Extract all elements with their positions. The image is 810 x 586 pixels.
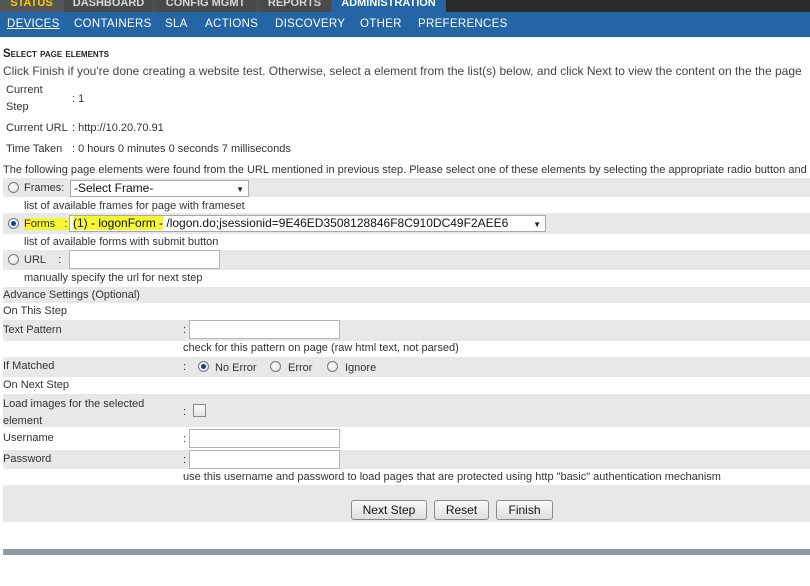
subnav-preferences[interactable]: PREFERENCES (418, 18, 508, 30)
next-step-button[interactable]: Next Step (351, 500, 427, 520)
forms-select[interactable]: (1) - logonForm - /logon.do;jsessionid=9… (69, 215, 546, 232)
chevron-down-icon: ▼ (533, 220, 541, 229)
tab-administration[interactable]: ADMINISTRATION (332, 0, 446, 12)
if-matched-colon: : (183, 361, 187, 373)
current-step-value: : 1 (72, 93, 85, 105)
on-this-step-heading: On This Step (3, 305, 67, 317)
subnav-discovery[interactable]: DISCOVERY (275, 18, 345, 30)
forms-hint: list of available forms with submit butt… (24, 236, 219, 248)
page-title: Select page elements (3, 48, 109, 60)
top-tab-bar: STATUS DASHBOARD CONFIG MGMT REPORTS ADM… (0, 0, 810, 12)
tab-dashboard[interactable]: DASHBOARD (64, 0, 154, 12)
tab-reports[interactable]: REPORTS (258, 0, 332, 12)
error-label: Error (288, 362, 313, 374)
password-label: Password (3, 453, 52, 465)
chevron-down-icon: ▼ (236, 185, 244, 194)
page-intro: Click Finish if you're done creating a w… (3, 64, 802, 78)
username-colon: : (183, 433, 187, 445)
text-pattern-label: Text Pattern (3, 324, 62, 336)
password-input[interactable] (189, 450, 340, 469)
footer-divider (3, 549, 810, 555)
load-images-label: Load images for the selected element (3, 396, 144, 430)
frames-radio[interactable] (8, 182, 19, 193)
url-input[interactable] (69, 250, 220, 269)
load-images-colon: : (183, 406, 187, 418)
auth-hint: use this username and password to load p… (183, 471, 721, 483)
on-next-step-heading: On Next Step (3, 379, 70, 391)
if-matched-label: If Matched (3, 360, 55, 372)
forms-select-highlight: (1) - logonForm - (73, 216, 164, 230)
finish-button[interactable]: Finish (496, 500, 553, 520)
load-images-checkbox[interactable] (193, 404, 206, 417)
username-input[interactable] (189, 429, 340, 448)
subnav-devices[interactable]: DEVICES (7, 18, 60, 30)
subnav-actions[interactable]: ACTIONS (205, 18, 258, 30)
advance-settings-heading: Advance Settings (Optional) (3, 289, 140, 301)
subnav-sla[interactable]: SLA (165, 18, 188, 30)
url-label: URL : (24, 254, 62, 266)
found-elements-text: The following page elements were found f… (3, 164, 810, 176)
current-url-value: : http://10.20.70.91 (72, 122, 164, 134)
frames-hint: list of available frames for page with f… (24, 200, 245, 212)
time-taken-value: : 0 hours 0 minutes 0 seconds 7 millisec… (72, 143, 291, 155)
forms-label: Forms : (24, 218, 72, 230)
url-hint: manually specify the url for next step (24, 272, 203, 284)
ignore-label: Ignore (345, 362, 377, 374)
current-step-label-line1: Current (6, 84, 43, 96)
text-pattern-hint: check for this pattern on page (raw html… (183, 342, 459, 354)
if-matched-row (3, 357, 810, 377)
text-pattern-colon: : (183, 324, 187, 336)
time-taken-label: Time Taken (6, 143, 63, 155)
current-step-label: Current Step (6, 82, 43, 116)
sub-navigation: DEVICES CONTAINERS SLA ACTIONS DISCOVERY… (0, 12, 810, 37)
current-url-label: Current URL (6, 122, 68, 134)
text-pattern-input[interactable] (189, 320, 340, 339)
tab-status[interactable]: STATUS (0, 0, 64, 12)
no-error-label: No Error (215, 362, 257, 374)
frames-select[interactable]: -Select Frame- ▼ (70, 180, 249, 197)
url-radio[interactable] (8, 254, 19, 265)
tab-config-mgmt[interactable]: CONFIG MGMT (154, 0, 258, 12)
password-row (3, 450, 810, 469)
no-error-radio[interactable] (198, 361, 209, 372)
error-radio[interactable] (270, 361, 281, 372)
load-images-label-line1: Load images for the selected (3, 398, 145, 410)
current-step-label-line2: Step (6, 101, 29, 113)
forms-radio[interactable] (8, 218, 19, 229)
password-colon: : (183, 454, 187, 466)
text-pattern-row (3, 320, 810, 341)
subnav-containers[interactable]: CONTAINERS (74, 18, 152, 30)
forms-select-path: /logon.do;jsessionid=9E46ED3508128846F8C… (163, 216, 509, 230)
ignore-radio[interactable] (327, 361, 338, 372)
frames-select-value: -Select Frame- (74, 181, 154, 195)
subnav-other[interactable]: OTHER (360, 18, 402, 30)
username-label: Username (3, 432, 54, 444)
reset-button[interactable]: Reset (434, 500, 489, 520)
frames-label: Frames: (24, 182, 65, 194)
load-images-label-line2: element (3, 415, 43, 427)
